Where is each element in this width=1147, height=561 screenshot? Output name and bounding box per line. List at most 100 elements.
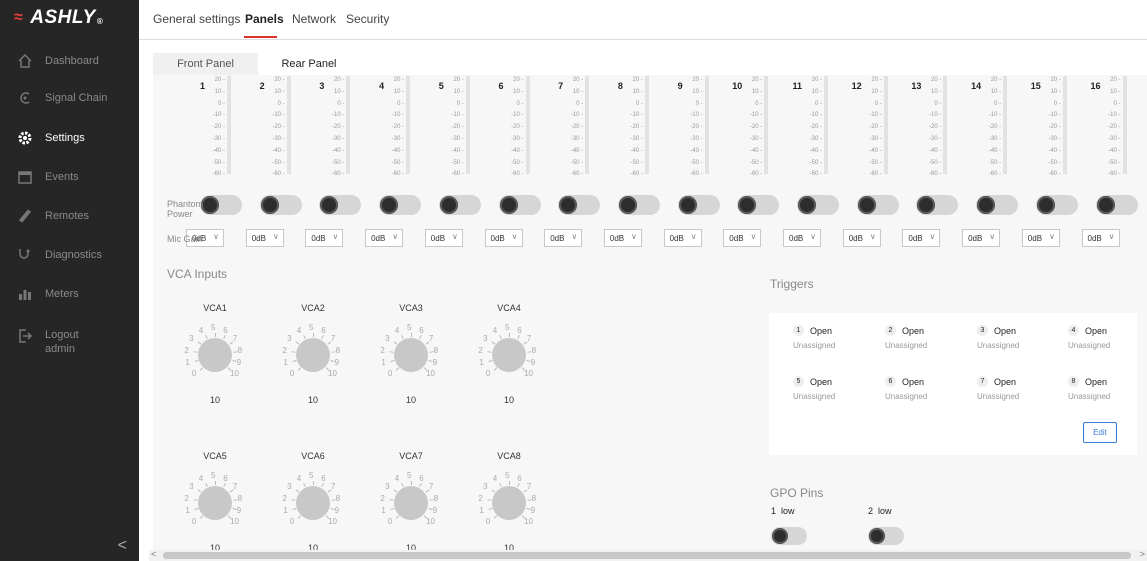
dial-scale-number: 5: [505, 471, 510, 480]
stethoscope-icon: [17, 247, 33, 263]
scrollbar-thumb[interactable]: [163, 552, 1131, 559]
mic-gain-select[interactable]: 0dB ∨: [723, 229, 762, 247]
level-meter: [346, 76, 351, 174]
dial-tick: [419, 335, 422, 340]
meter-scale-label: -30 -: [988, 135, 1002, 142]
mic-gain-select[interactable]: 0dB ∨: [305, 229, 344, 247]
meter-scale-label: -30 -: [272, 135, 285, 142]
level-meter: [644, 76, 649, 174]
phantom-power-toggle[interactable]: [797, 195, 839, 215]
tab-security[interactable]: Security: [346, 12, 389, 26]
phantom-power-toggle[interactable]: [319, 195, 362, 215]
vca-dial-4[interactable]: VCA4 0 1 2 3 4 5 6 7 8 9 10 10: [469, 303, 549, 423]
meter-scale: 20 - 10 - 0 - -10 - -20 - -30 - -40 - -50 - -60 …: [448, 75, 463, 181]
sidebar-item-signal-chain[interactable]: Signal Chain: [0, 78, 139, 118]
mic-gain-select[interactable]: 0dB ∨: [962, 229, 1001, 247]
phantom-power-toggle[interactable]: [1035, 195, 1078, 215]
mic-gain-select[interactable]: 0dB ∨: [603, 229, 642, 247]
tab-network[interactable]: Network: [292, 12, 336, 26]
vca-dial-1[interactable]: VCA1 0 1 2 3 4 5 6 7 8 9 10 10: [175, 303, 255, 423]
meter-scale-label: -40 -: [1048, 147, 1061, 154]
level-meter: [943, 76, 948, 174]
vca-dial-8[interactable]: VCA8 0 1 2 3 4 5 6 7 8 9 10 10: [469, 451, 549, 561]
gpo-pin-1-toggle[interactable]: [771, 527, 807, 545]
meter-scale-label: -30 -: [809, 135, 822, 142]
sidebar-item-remotes[interactable]: Remotes: [0, 196, 139, 236]
vca-dial-5[interactable]: VCA5 0 1 2 3 4 5 6 7 8 9 10 10: [175, 451, 255, 561]
mic-gain-select[interactable]: 0dB ∨: [783, 229, 821, 247]
subtab-rear-panel[interactable]: Rear Panel: [258, 53, 360, 75]
phantom-power-toggle[interactable]: [916, 195, 959, 215]
vca-dial-7[interactable]: VCA7 0 1 2 3 4 5 6 7 8 9 10 10: [371, 451, 451, 561]
meter-scale: 20 - 10 - 0 - -10 - -20 - -30 - -40 - -50 - -60 …: [1105, 75, 1120, 181]
meter-scale-label: -40 -: [511, 147, 524, 154]
mic-gain-select[interactable]: 0dB ∨: [1081, 229, 1120, 247]
vca-dial-3[interactable]: VCA3 0 1 2 3 4 5 6 7 8 9 10 10: [371, 303, 451, 423]
sidebar-item-meters[interactable]: Meters: [0, 274, 139, 314]
sidebar-item-logout[interactable]: Logout admin: [0, 328, 139, 368]
scroll-right-icon[interactable]: >: [1140, 549, 1145, 559]
mic-gain-select[interactable]: 0dB ∨: [245, 229, 284, 247]
dial-scale-number: 6: [419, 325, 424, 335]
channel-number: 8: [617, 81, 623, 91]
mic-gain-select[interactable]: 0dB ∨: [842, 229, 881, 247]
phantom-power-toggle[interactable]: [617, 195, 660, 215]
level-meter: [1003, 76, 1008, 174]
tab-panels[interactable]: Panels: [245, 12, 284, 26]
vca-knob[interactable]: [296, 338, 330, 372]
gpo-pin-2-toggle[interactable]: [868, 527, 904, 545]
phantom-power-toggle[interactable]: [856, 195, 899, 215]
trigger-assignment: Unassigned: [1068, 341, 1111, 350]
phantom-power-toggle[interactable]: [737, 195, 780, 215]
channel-number: 9: [677, 81, 683, 91]
scroll-left-icon[interactable]: <: [151, 549, 156, 559]
vca-dial-6[interactable]: VCA6 0 1 2 3 4 5 6 7 8 9 10 10: [273, 451, 353, 561]
phantom-power-toggle[interactable]: [200, 195, 242, 215]
vca-knob[interactable]: [492, 486, 526, 520]
chevron-down-icon: ∨: [213, 232, 219, 241]
vca-knob[interactable]: [394, 486, 428, 520]
sidebar-item-events[interactable]: Events: [0, 157, 139, 197]
calendar-icon: [17, 169, 33, 185]
phantom-power-toggle[interactable]: [379, 195, 422, 215]
phantom-power-toggle[interactable]: [677, 195, 720, 215]
dial-tick: [493, 367, 498, 371]
vca-knob[interactable]: [492, 338, 526, 372]
vca-knob[interactable]: [296, 486, 330, 520]
sidebar-item-dashboard[interactable]: Dashboard: [0, 41, 139, 81]
edit-triggers-button[interactable]: Edit: [1083, 422, 1117, 443]
mic-gain-select[interactable]: 0dB ∨: [365, 229, 404, 247]
horizontal-scrollbar[interactable]: < >: [149, 549, 1147, 561]
chevron-down-icon: ∨: [810, 232, 816, 241]
mic-gain-select[interactable]: 0dB ∨: [484, 229, 523, 247]
meter-scale-label: 20 -: [632, 77, 643, 83]
mic-gain-select[interactable]: 0dB ∨: [544, 229, 583, 247]
mic-gain-select[interactable]: 0dB ∨: [1021, 229, 1060, 247]
mic-gain-select[interactable]: 0dB ∨: [663, 229, 702, 247]
mic-gain-select[interactable]: 0dB ∨: [902, 229, 941, 247]
vca-dial-2[interactable]: VCA2 0 1 2 3 4 5 6 7 8 9 10 10: [273, 303, 353, 423]
phantom-power-toggle[interactable]: [438, 195, 481, 215]
vca-knob[interactable]: [198, 338, 232, 372]
subtab-front-panel[interactable]: Front Panel: [153, 53, 258, 75]
phantom-power-toggle[interactable]: [1095, 195, 1138, 215]
level-meter: [704, 76, 709, 174]
phantom-power-toggle[interactable]: [259, 195, 302, 215]
meter-scale-label: 10 -: [871, 88, 882, 95]
trigger-assignment: Unassigned: [977, 392, 1020, 401]
trigger-assignment: Unassigned: [1068, 392, 1111, 401]
vca-knob[interactable]: [198, 486, 232, 520]
sidebar-item-diagnostics[interactable]: Diagnostics: [0, 235, 139, 275]
dial-scale-number: 9: [334, 358, 340, 368]
meter-scale-label: -20 -: [749, 124, 763, 131]
mic-gain-select[interactable]: 0dB ∨: [424, 229, 463, 247]
vca-knob[interactable]: [394, 338, 428, 372]
tab-general-settings[interactable]: General settings: [153, 12, 240, 26]
collapse-sidebar-button[interactable]: <: [118, 537, 127, 555]
dial-scale-number: 1: [381, 506, 386, 516]
phantom-power-toggle[interactable]: [558, 195, 601, 215]
sidebar-item-settings[interactable]: Settings: [0, 118, 139, 158]
phantom-power-toggle[interactable]: [976, 195, 1019, 215]
meter-scale: 20 - 10 - 0 - -10 - -20 - -30 - -40 - -50 - -60 …: [746, 75, 762, 181]
phantom-power-toggle[interactable]: [498, 195, 541, 215]
